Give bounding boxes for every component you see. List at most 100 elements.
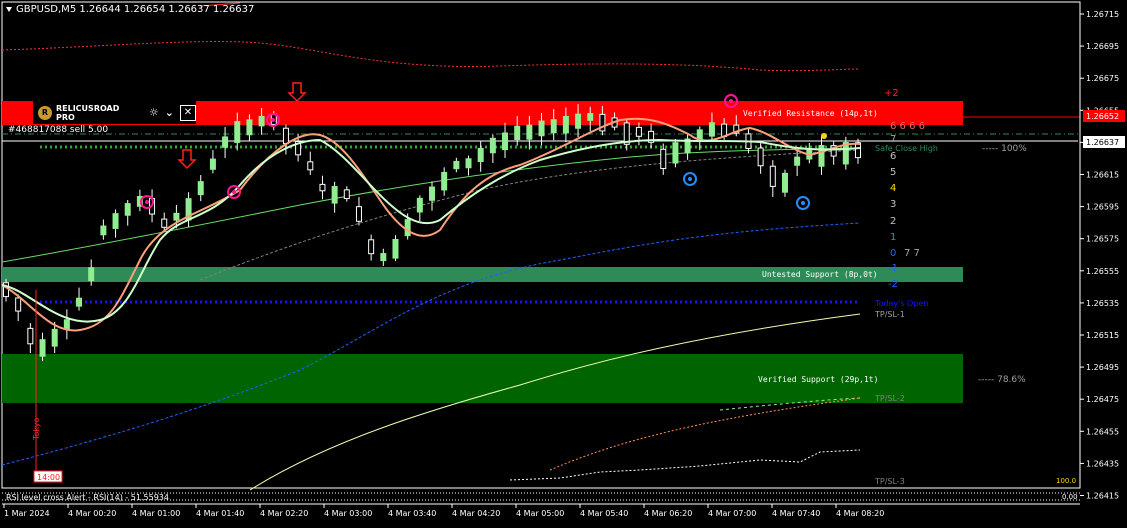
candle-body [380, 253, 387, 262]
candle-body [39, 339, 46, 357]
candle-body [416, 197, 423, 213]
safe-close-label: Safe Close High [875, 144, 938, 153]
orange-dash-curve [549, 397, 861, 471]
candle-body [15, 297, 22, 312]
candle-body [368, 239, 375, 255]
strength-row-b: 7 [890, 134, 896, 145]
relicusroad-logo-icon: R [38, 105, 52, 120]
candle-body [429, 186, 435, 201]
scale-tag-top: 100.0 [1056, 477, 1076, 485]
strength-row-d: 5 [890, 167, 896, 178]
rsi-alert-text: RSI level cross Alert - RSI(14) - 51.559… [6, 493, 169, 502]
candle-body [319, 183, 326, 192]
candle-body [51, 328, 58, 347]
price-tick-label: 1.26615 [1086, 171, 1119, 180]
candle-body [100, 225, 107, 236]
time-axis[interactable]: 1 Mar 2024 4 Mar 00:20 4 Mar 01:00 4 Mar 01… [3, 504, 884, 518]
symbol-title[interactable]: GBPUSD,M5 1.26644 1.26654 1.26637 1.2663… [6, 4, 254, 15]
candle-body [282, 127, 289, 145]
candle-body [526, 124, 533, 140]
untested-support-label: Untested Support (8p,0t) [762, 270, 878, 279]
price-tick-label: 1.26595 [1086, 203, 1119, 212]
price-axis[interactable]: 1.267151.266951.266751.266551.266351.266… [1080, 10, 1119, 501]
price-tick-label: 1.26675 [1086, 74, 1119, 83]
tp-sl-3-label: TP/SL-3 [874, 477, 905, 486]
price-tick-label: 1.26535 [1086, 299, 1119, 308]
fib-100-label: ----- 100% [982, 144, 1027, 154]
strength-plus2: +2 [884, 88, 899, 99]
relicusroad-name: RELICUSROAD PRO [55, 103, 120, 122]
candle-body [441, 171, 448, 191]
strength-row-i-extra: 7 7 [904, 248, 920, 259]
price-tick-label: 1.26555 [1086, 267, 1119, 276]
time-tick-label: 4 Mar 08:20 [836, 509, 884, 518]
time-marker-label: 14:00 [37, 473, 60, 482]
time-tick-label: 4 Mar 04:20 [452, 509, 500, 518]
scale-tag-bottom: 0.00 [1062, 493, 1078, 501]
trade-order-label[interactable]: #468817088 sell 5.00 [8, 125, 108, 135]
sun-icon[interactable]: ☼ [149, 106, 159, 119]
todays-open-label: Today's Open [874, 299, 928, 308]
time-tick-label: 4 Mar 03:40 [388, 509, 436, 518]
candle-body [562, 115, 569, 134]
strength-row-g: 2 [890, 216, 896, 227]
medium-ma-green [1, 138, 861, 323]
strength-minus2: -2 [888, 279, 898, 290]
candle-body [76, 297, 83, 307]
blue-signal-icon [683, 172, 697, 186]
candle-body [307, 161, 314, 171]
collapse-triangle-icon[interactable] [6, 6, 12, 12]
time-tick-label: 4 Mar 07:40 [772, 509, 820, 518]
tp-sl-2-label: TP/SL-2 [874, 394, 905, 403]
candle-body [514, 125, 521, 140]
price-tick-label: 1.26515 [1086, 331, 1119, 340]
fib-786-label: ----- 78.6% [978, 375, 1026, 385]
candle-body [794, 156, 801, 166]
candle-body [161, 218, 168, 228]
upper-envelope-line [1, 41, 861, 72]
candle-body [173, 212, 180, 221]
strength-row-f: 3 [890, 199, 896, 210]
session-label: Tokyo [32, 417, 41, 441]
candle-body [550, 119, 557, 134]
sell-arrow-icon [177, 149, 197, 170]
candle-body [112, 213, 119, 229]
sell-arrow-icon [287, 82, 307, 103]
strength-row-a: 6 6 6 6 [890, 121, 925, 132]
time-tick-label: 4 Mar 02:20 [260, 509, 308, 518]
logo-glyph: R [41, 108, 49, 117]
trade-marker-icon [821, 133, 827, 139]
symbol-line: GBPUSD,M5 1.26644 1.26654 1.26637 1.2663… [16, 4, 255, 15]
close-icon[interactable]: ✕ [180, 104, 196, 121]
candle-body [355, 206, 362, 222]
price-tick-label: 1.26455 [1086, 427, 1119, 436]
candle-body [331, 186, 338, 204]
candle-body [660, 148, 667, 170]
time-tick-label: 4 Mar 05:40 [580, 509, 628, 518]
price-tick-label: 1.26715 [1086, 10, 1119, 19]
candle-body [757, 147, 764, 167]
chart-area[interactable]: Verified Resistance (14p,1t) Untested Su… [0, 0, 1127, 524]
candle-body [672, 142, 679, 164]
candle-body [477, 147, 484, 163]
candle-body [635, 126, 642, 137]
chevron-down-icon[interactable]: ⌄ [165, 106, 174, 119]
price-tick-label: 1.26415 [1086, 492, 1119, 501]
strength-row-e: 4 [890, 183, 896, 194]
strength-row-c: 6 [890, 151, 896, 162]
time-tick-label: 4 Mar 01:40 [196, 509, 244, 518]
price-chart[interactable]: Verified Resistance (14p,1t) Untested Su… [0, 0, 1127, 524]
candle-body [209, 158, 216, 170]
candle-body [63, 319, 70, 330]
tp-sl-1-label: TP/SL-1 [874, 310, 905, 319]
time-tick-label: 4 Mar 03:00 [324, 509, 372, 518]
relicusroad-panel[interactable]: R RELICUSROAD PRO ☼ ⌄ ✕ [33, 101, 196, 124]
time-tick-label: 1 Mar 2024 [4, 509, 50, 518]
candle-body [343, 189, 350, 200]
resistance-label: Verified Resistance (14p,1t) [743, 109, 878, 118]
candle-body [197, 181, 204, 196]
candle-body [392, 238, 399, 259]
time-tick-label: 4 Mar 00:20 [68, 509, 116, 518]
candle-body [124, 203, 131, 216]
price-tick-label: 1.26495 [1086, 363, 1119, 372]
